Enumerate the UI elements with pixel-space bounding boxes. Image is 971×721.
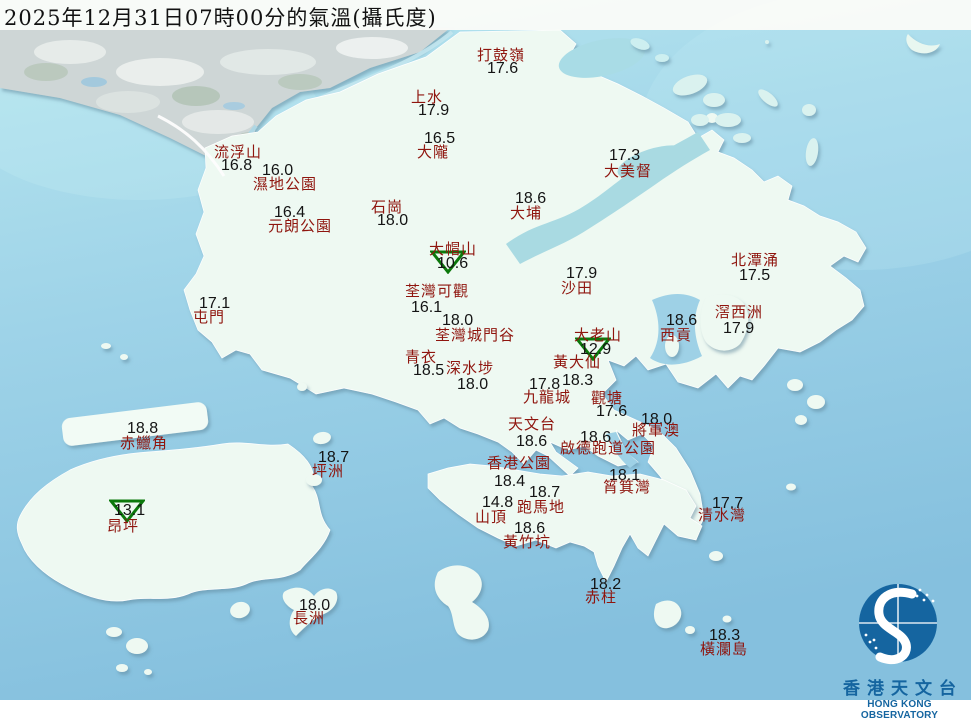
station-name: 長洲 — [293, 609, 326, 627]
station-temp: 18.3 — [562, 372, 594, 389]
station-name: 坪洲 — [312, 462, 345, 480]
station-name: 黃竹坑 — [503, 533, 552, 551]
station-name: 深水埗 — [446, 359, 495, 377]
station-name: 大隴 — [417, 143, 450, 161]
station-name: 打鼓嶺 — [477, 46, 526, 64]
station-name: 大老山 — [574, 326, 623, 344]
station-name: 筲箕灣 — [603, 478, 652, 496]
station-name: 香港公園 — [487, 454, 552, 472]
station-temp: 18.6 — [516, 433, 548, 450]
station-temp: 17.9 — [723, 320, 755, 337]
station-temp: 10.6 — [437, 255, 469, 272]
station-name: 橫瀾島 — [700, 640, 749, 658]
temperature-map-page: 2025年12月31日07時00分的氣溫(攝氏度) 17.6 打鼓嶺 17.9 … — [0, 0, 971, 721]
station-name: 將軍澳 — [632, 421, 681, 439]
station-name: 荃灣可觀 — [405, 282, 470, 300]
station-name: 昂坪 — [107, 517, 140, 535]
station-name: 沙田 — [561, 279, 594, 297]
station-name: 大埔 — [510, 204, 543, 222]
stations-layer: 17.6 打鼓嶺 17.9 上水 16.5 大隴 17.3 大美督 16.8 流… — [0, 0, 971, 700]
station-name: 濕地公園 — [253, 175, 318, 193]
station-name: 石崗 — [371, 198, 404, 216]
station-name: 大美督 — [604, 162, 653, 180]
station-name: 大帽山 — [429, 240, 478, 258]
hko-logo-icon — [859, 584, 937, 665]
station-name: 觀塘 — [591, 389, 624, 407]
station-name: 上水 — [411, 88, 444, 106]
station-name: 赤鱲角 — [120, 434, 169, 452]
station-temp: 18.0 — [457, 376, 489, 393]
station-name: 跑馬地 — [517, 498, 566, 516]
station-temp: 17.5 — [739, 267, 771, 284]
station-name: 流浮山 — [214, 143, 263, 161]
station-name: 屯門 — [193, 308, 226, 326]
station-name: 赤柱 — [585, 588, 618, 606]
station-name: 荃灣城門谷 — [435, 326, 516, 344]
station-name: 山頂 — [475, 508, 508, 526]
station-name: 西貢 — [660, 326, 693, 344]
station-name: 天文台 — [508, 415, 557, 433]
station-name: 北潭涌 — [731, 251, 780, 269]
station-name: 青衣 — [405, 348, 438, 366]
station-name: 清水灣 — [698, 506, 747, 524]
station-temp: 16.1 — [411, 299, 443, 316]
station-name: 九龍城 — [523, 388, 572, 406]
station-name: 黃大仙 — [553, 353, 602, 371]
station-name: 滘西洲 — [715, 303, 764, 321]
station-name: 元朗公園 — [268, 217, 333, 235]
station-name: 啟德跑道公園 — [560, 439, 657, 457]
logo-org-name-zh: 香港天文台 — [843, 679, 963, 699]
logo-org-name-en: HONG KONG OBSERVATORY — [860, 699, 939, 721]
station-temp: 18.4 — [494, 473, 526, 490]
